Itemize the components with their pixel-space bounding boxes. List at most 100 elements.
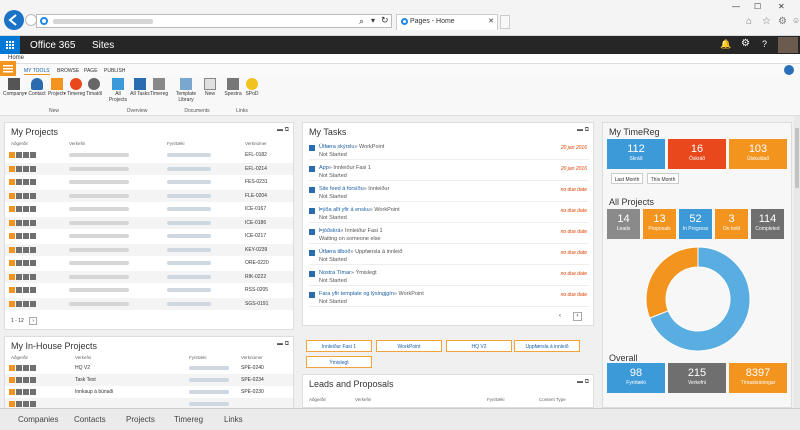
company-link-redacted[interactable] [189, 402, 229, 406]
task-title-line[interactable]: Fara yfir template og lýsingjgín» WorkPo… [319, 291, 424, 297]
new-document-button[interactable]: New [202, 78, 218, 97]
edit-icon[interactable] [9, 179, 15, 185]
edit-icon[interactable] [9, 246, 15, 253]
company-link-redacted[interactable] [167, 261, 211, 265]
task-title[interactable]: Útfæra skýrslu [319, 144, 354, 150]
nav-companies[interactable]: Companies [18, 415, 58, 424]
table-row[interactable]: FLE-0204 [5, 189, 293, 202]
new-tab-button[interactable] [500, 15, 510, 29]
table-row[interactable]: ICE-0167 [5, 203, 293, 215]
view-icon[interactable] [16, 287, 22, 293]
check-icon[interactable] [30, 179, 36, 185]
task-item[interactable]: App» Innleiður Fasi 1 Not Started 20 jan 2… [309, 164, 589, 181]
view-icon[interactable] [16, 192, 22, 199]
check-icon[interactable] [23, 165, 29, 172]
task-item[interactable]: Fara yfir template og lýsingjgín» WorkPo… [309, 290, 589, 307]
stat-tile[interactable]: 98 Fyrirtæki [607, 363, 665, 393]
table-row[interactable]: RIK-0222 [5, 270, 293, 283]
maximize-icon[interactable]: ☐ [754, 2, 761, 11]
edit-icon[interactable] [9, 300, 15, 307]
company-link-redacted[interactable] [189, 378, 229, 382]
settings-icon[interactable]: ⚙ [741, 38, 750, 49]
check-icon[interactable] [30, 219, 36, 226]
project-filter-button[interactable]: Innleiður Fasi 1 [306, 340, 372, 352]
task-checkbox-icon[interactable] [309, 271, 315, 277]
spod-button[interactable]: SPoD [244, 78, 260, 97]
browser-tab[interactable]: Pages - Home ✕ [396, 14, 498, 30]
table-row[interactable]: EFL-0182 [5, 149, 293, 161]
check-icon[interactable] [23, 401, 29, 407]
view-icon[interactable] [16, 179, 22, 185]
help-icon[interactable]: ? [762, 39, 767, 49]
check-icon[interactable] [23, 179, 29, 185]
task-checkbox-icon[interactable] [309, 166, 315, 172]
check-icon[interactable] [30, 273, 36, 280]
company-link-redacted[interactable] [167, 180, 211, 184]
check-icon[interactable] [23, 206, 29, 212]
timereg-overview-button[interactable]: Timereg [150, 78, 168, 97]
company-link-redacted[interactable] [167, 193, 211, 198]
view-icon[interactable] [16, 206, 22, 212]
task-title-line[interactable]: Útfæra tilboð» Uppfærsla á innleið [319, 249, 402, 255]
check-icon[interactable] [30, 365, 36, 371]
next-page-button[interactable]: › [29, 317, 38, 325]
company-link-redacted[interactable] [167, 274, 211, 279]
task-title[interactable]: Nostra Tímar [319, 270, 351, 276]
timereg-new-button[interactable]: Timereg [67, 78, 85, 97]
panel-menu-icon[interactable]: ▬ ⧉ [577, 127, 589, 134]
this-month-button[interactable]: This Month [647, 173, 679, 184]
smiley-icon[interactable]: ☺ [792, 16, 800, 25]
table-row[interactable]: ORE-0220 [5, 257, 293, 269]
stat-tile[interactable]: 3 On hold [715, 209, 748, 239]
check-icon[interactable] [23, 273, 29, 280]
company-link-redacted[interactable] [167, 247, 211, 252]
timatol-button[interactable]: Timatöl [86, 78, 102, 97]
edit-icon[interactable] [9, 233, 15, 239]
panel-menu-icon[interactable]: ▬ ⧉ [277, 341, 289, 348]
check-icon[interactable] [23, 246, 29, 253]
nav-projects[interactable]: Projects [126, 415, 155, 424]
task-title[interactable]: Útfæra tilboð [319, 249, 351, 255]
last-month-button[interactable]: Last Month [611, 173, 643, 184]
edit-icon[interactable] [9, 287, 15, 293]
refresh-icon[interactable]: ↻ [381, 15, 389, 26]
company-link-redacted[interactable] [189, 366, 229, 370]
task-title[interactable]: App [319, 165, 329, 171]
task-title-line[interactable]: Þýða allt yfir á ensku» WorkPoint [319, 207, 400, 213]
check-icon[interactable] [30, 233, 36, 239]
check-icon[interactable] [30, 260, 36, 266]
view-icon[interactable] [16, 300, 22, 307]
task-item[interactable]: Þýða allt yfir á ensku» WorkPoint Not Sta… [309, 206, 589, 223]
tab-my-tools[interactable]: MY TOOLS [24, 68, 50, 75]
all-projects-button[interactable]: All Projects [106, 78, 130, 103]
task-item[interactable]: Útfæra tilboð» Uppfærsla á innleið Not St… [309, 248, 589, 265]
stat-tile[interactable]: 215 Verkefni [668, 363, 726, 393]
contact-button[interactable]: Contact [28, 78, 46, 97]
stat-tile[interactable]: 14 Leads [607, 209, 640, 239]
task-title[interactable]: Þýða allt yfir á ensku [319, 207, 370, 213]
check-icon[interactable] [30, 192, 36, 199]
nav-contacts[interactable]: Contacts [74, 415, 106, 424]
menu-button[interactable] [0, 61, 16, 76]
company-link-redacted[interactable] [167, 288, 211, 292]
stat-tile[interactable]: 8397 Tímaskráningar [729, 363, 787, 393]
table-row[interactable]: Innkaup á búnaði SPE-0230 [5, 386, 293, 398]
search-icon[interactable]: ⌕ [359, 16, 364, 27]
company-link-redacted[interactable] [167, 166, 211, 171]
edit-icon[interactable] [9, 206, 15, 212]
stat-tile[interactable]: 16 Óskráð [668, 139, 726, 169]
prev-page-button[interactable]: ‹ [559, 313, 567, 321]
check-icon[interactable] [30, 389, 36, 395]
edit-icon[interactable] [9, 389, 15, 395]
bell-icon[interactable]: 🔔 [720, 39, 731, 50]
check-icon[interactable] [23, 377, 29, 383]
close-tab-icon[interactable]: ✕ [488, 17, 494, 25]
check-icon[interactable] [23, 365, 29, 371]
table-row[interactable]: RSS-0205 [5, 284, 293, 296]
donut-slice[interactable] [645, 246, 699, 319]
task-title-line[interactable]: Þjóðskrá» Innleiður Fasi 1 [319, 228, 383, 234]
close-window-icon[interactable]: ✕ [778, 2, 785, 11]
view-icon[interactable] [16, 273, 22, 280]
company-button[interactable]: Company▾ [3, 78, 27, 97]
task-checkbox-icon[interactable] [309, 187, 315, 193]
